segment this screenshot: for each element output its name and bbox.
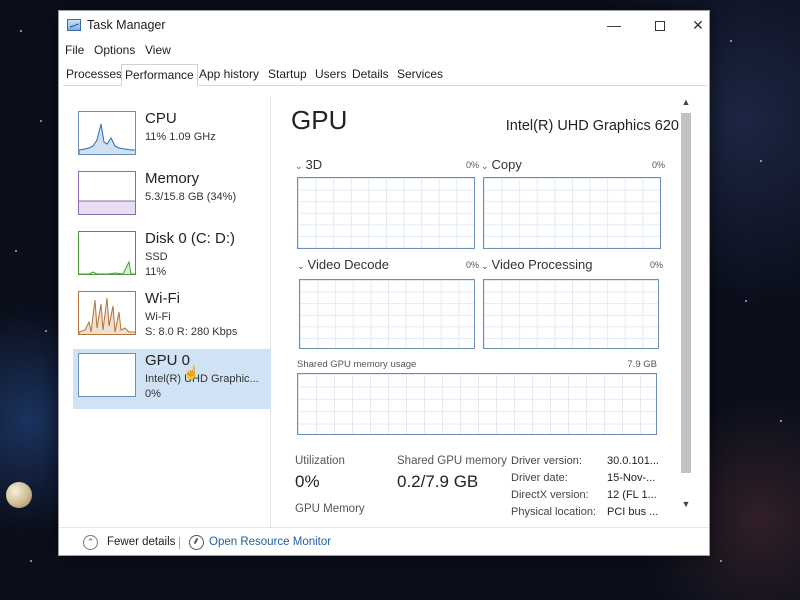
memory-thumbnail-graph — [78, 171, 136, 215]
tab-details[interactable]: Details — [349, 64, 392, 86]
shared-memory-label: Shared GPU memory — [397, 455, 507, 467]
engine-selector-video-processing[interactable]: ⌄ Video Processing — [481, 257, 592, 272]
utilization-value: 0% — [295, 472, 320, 491]
task-manager-icon — [67, 19, 81, 31]
maximize-icon — [655, 21, 665, 32]
driver-version-label: Driver version: — [511, 455, 582, 467]
resource-item-memory[interactable]: Memory 5.3/15.8 GB (34%) — [73, 167, 271, 227]
engine-selector-copy[interactable]: ⌄ Copy — [481, 157, 522, 172]
resource-detail: Intel(R) UHD Graphic... — [145, 373, 259, 385]
graph-copy — [483, 177, 661, 249]
resource-item-disk[interactable]: Disk 0 (C: D:) SSD 11% — [73, 227, 271, 287]
engine-pct: 0% — [465, 260, 479, 270]
directx-version-value: 12 (FL 1... — [607, 489, 657, 501]
graph-3d — [297, 177, 475, 249]
page-title: GPU — [291, 105, 348, 135]
close-button[interactable]: ✕ — [683, 11, 713, 39]
utilization-label: Utilization — [295, 455, 345, 467]
fewer-details-button[interactable]: Fewer details — [107, 536, 175, 548]
resource-detail: Wi-Fi — [145, 311, 171, 323]
tab-app-history[interactable]: App history — [196, 64, 262, 86]
resource-item-wifi[interactable]: Wi-Fi Wi-Fi S: 8.0 R: 280 Kbps — [73, 287, 271, 347]
tab-bar: Processes Performance App history Startu… — [63, 64, 707, 86]
tab-processes[interactable]: Processes — [63, 64, 125, 86]
menu-file[interactable]: File — [65, 43, 84, 57]
resource-detail: 5.3/15.8 GB (34%) — [145, 191, 237, 203]
graph-video-processing — [483, 279, 659, 349]
minimize-button[interactable]: — — [591, 11, 637, 39]
close-icon: ✕ — [692, 17, 704, 33]
wifi-thumbnail-graph — [78, 291, 136, 335]
footer-separator — [179, 537, 180, 549]
title-bar[interactable]: Task Manager — ✕ — [59, 11, 709, 39]
driver-date-label: Driver date: — [511, 472, 568, 484]
vertical-scrollbar[interactable]: ▲ ▼ — [679, 97, 693, 521]
scroll-down-icon[interactable]: ▼ — [679, 499, 693, 513]
resource-item-cpu[interactable]: CPU 11% 1.09 GHz — [73, 107, 271, 167]
engine-pct: 0% — [649, 260, 663, 270]
open-resource-monitor-link[interactable]: Open Resource Monitor — [209, 536, 331, 548]
gpu-model-name: Intel(R) UHD Graphics 620 — [505, 118, 679, 134]
resource-list: CPU 11% 1.09 GHz Memory 5.3/15.8 GB (34%… — [63, 97, 271, 527]
graph-shared-memory — [297, 373, 657, 435]
engine-selector-3d[interactable]: ⌄ 3D — [295, 157, 322, 172]
driver-version-value: 30.0.101... — [607, 455, 659, 467]
resource-throughput: S: 8.0 R: 280 Kbps — [145, 326, 238, 338]
chevron-up-circle-icon[interactable]: ⌃ — [83, 535, 98, 550]
menu-view[interactable]: View — [145, 43, 171, 57]
resource-usage: 0% — [145, 388, 161, 400]
engine-selector-video-decode[interactable]: ⌄ Video Decode — [297, 257, 389, 272]
task-manager-window: Task Manager — ✕ File Options View Proce… — [58, 10, 710, 556]
chevron-down-icon: ⌄ — [481, 161, 489, 171]
resource-item-gpu[interactable]: GPU 0 Intel(R) UHD Graphic... 0% ☝ — [73, 349, 271, 409]
maximize-button[interactable] — [637, 11, 683, 39]
gpu-memory-label: GPU Memory — [295, 503, 365, 515]
mouse-cursor-icon: ☝ — [183, 365, 200, 380]
scrollbar-thumb[interactable] — [681, 113, 691, 473]
shared-memory-value: 0.2/7.9 GB — [397, 472, 479, 491]
footer-bar: ⌃ Fewer details Open Resource Monitor — [59, 527, 709, 555]
resource-name: CPU — [145, 110, 177, 127]
engine-pct: 0% — [465, 160, 479, 170]
menu-bar: File Options View — [59, 41, 709, 61]
scroll-up-icon[interactable]: ▲ — [679, 97, 693, 111]
gpu-detail-panel: GPU Intel(R) UHD Graphics 620 ⌄ 3D 0% ⌄ Co… — [287, 97, 679, 527]
cpu-thumbnail-graph — [78, 111, 136, 155]
disk-thumbnail-graph — [78, 231, 136, 275]
planet-decoration — [6, 482, 32, 508]
resource-detail: SSD — [145, 251, 168, 263]
tab-services[interactable]: Services — [394, 64, 446, 86]
physical-location-value: PCI bus ... — [607, 506, 659, 518]
physical-location-label: Physical location: — [511, 506, 596, 518]
graph-video-decode — [299, 279, 475, 349]
chevron-down-icon: ⌄ — [295, 161, 303, 171]
resource-detail: 11% 1.09 GHz — [145, 131, 216, 143]
resource-usage: 11% — [145, 266, 167, 278]
chevron-down-icon: ⌄ — [297, 261, 305, 271]
resource-name: Disk 0 (C: D:) — [145, 230, 235, 247]
shared-memory-graph-label: Shared GPU memory usage — [297, 359, 417, 370]
shared-memory-max: 7.9 GB — [627, 359, 657, 370]
resource-name: Memory — [145, 170, 200, 187]
menu-options[interactable]: Options — [94, 43, 135, 57]
tab-users[interactable]: Users — [312, 64, 349, 86]
tab-startup[interactable]: Startup — [265, 64, 310, 86]
driver-date-value: 15-Nov-... — [607, 472, 656, 484]
window-title: Task Manager — [87, 18, 166, 32]
minimize-icon: — — [607, 17, 621, 33]
resource-name: Wi-Fi — [145, 290, 180, 307]
gpu-thumbnail-graph — [78, 353, 136, 397]
engine-pct: 0% — [651, 160, 665, 170]
tab-performance[interactable]: Performance — [121, 64, 198, 86]
directx-version-label: DirectX version: — [511, 489, 589, 501]
resource-monitor-icon[interactable] — [189, 535, 204, 550]
chevron-down-icon: ⌄ — [481, 261, 489, 271]
